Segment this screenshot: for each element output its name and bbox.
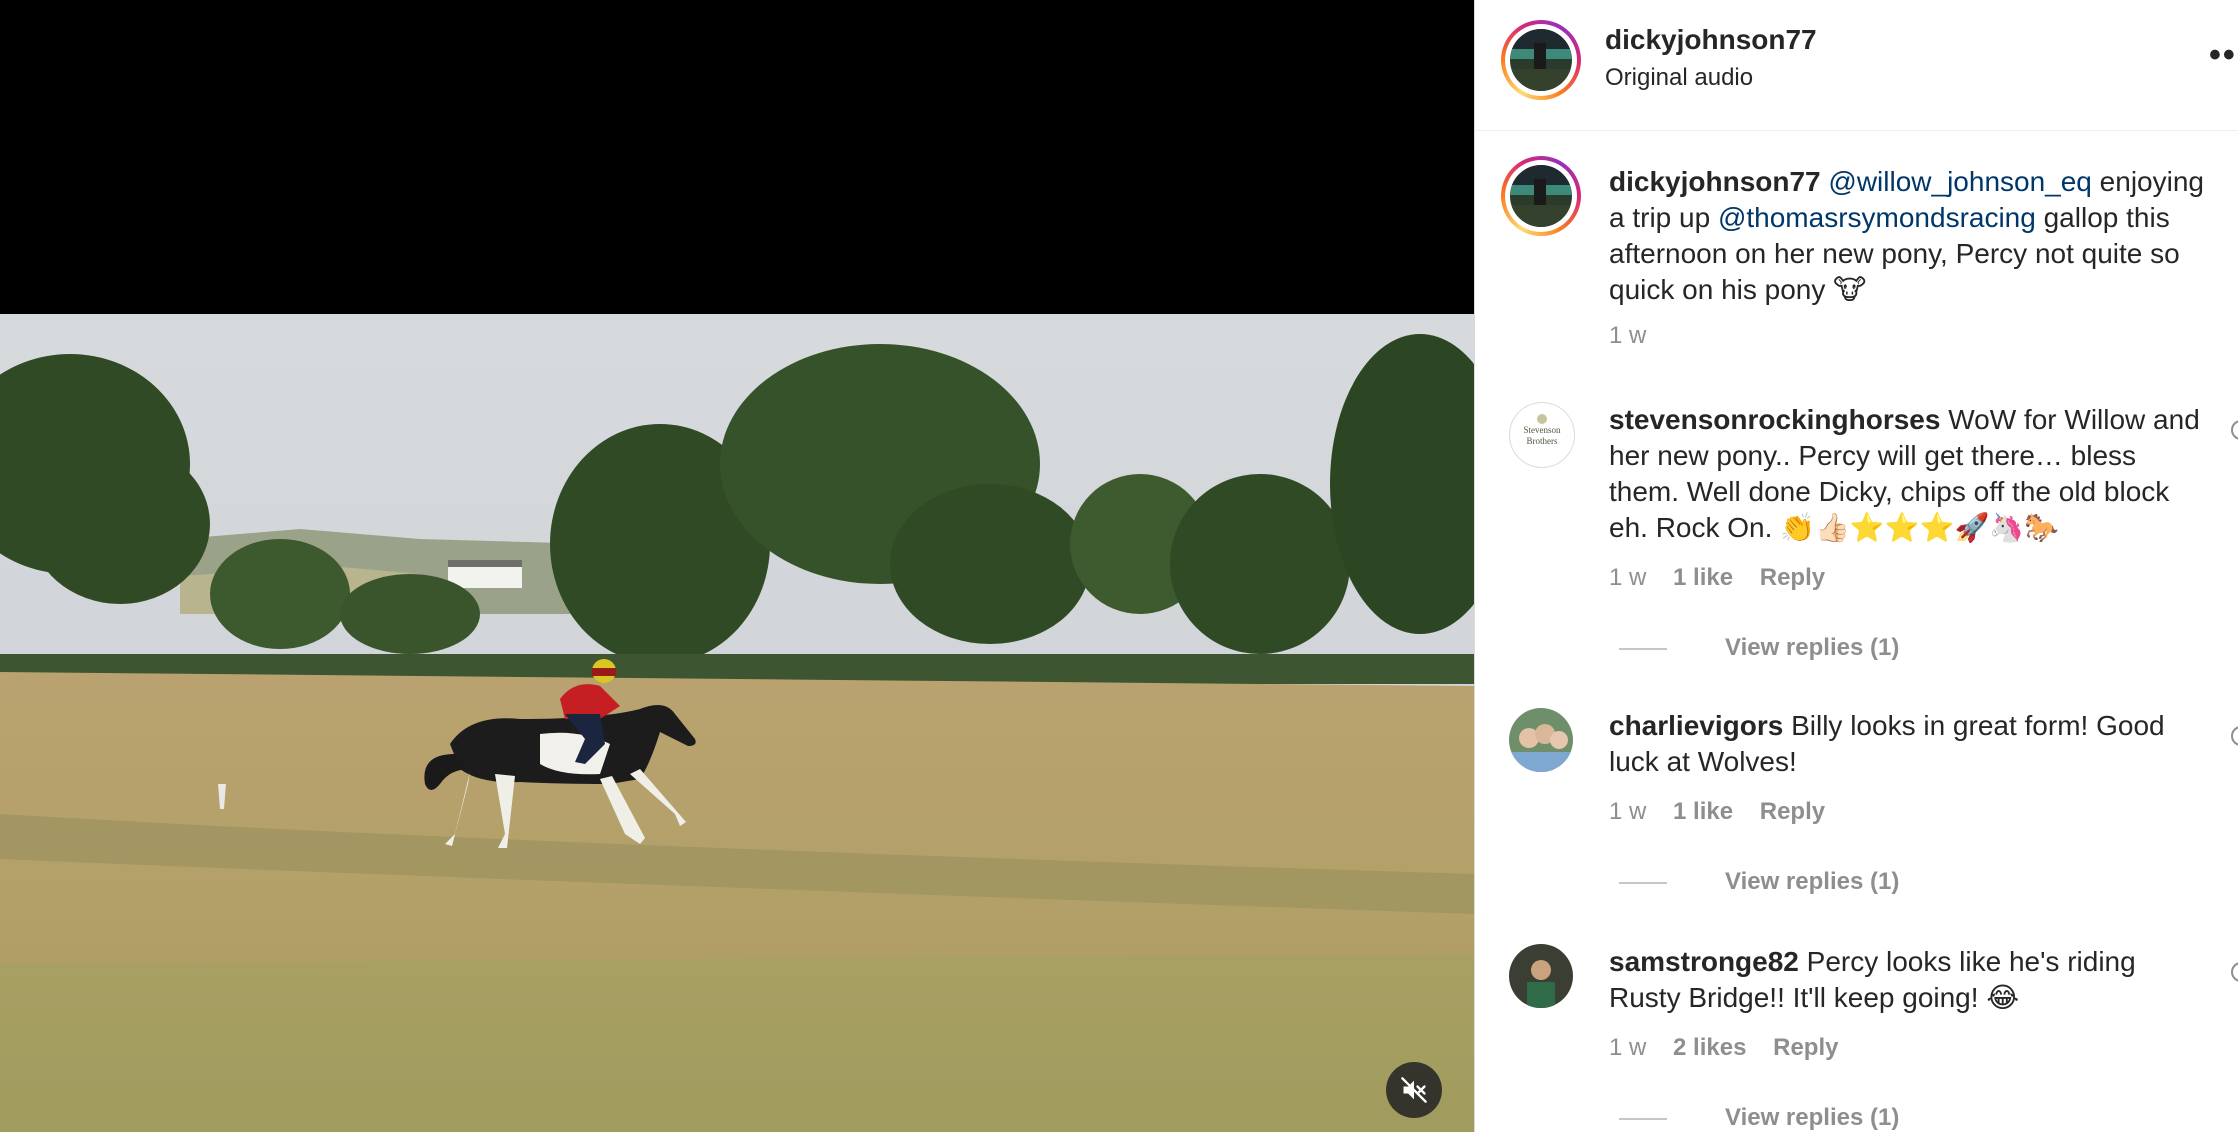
view-replies-label: View replies (1) [1725, 1104, 1900, 1131]
timestamp[interactable]: 1 w [1609, 322, 1646, 349]
likes-count[interactable]: 1 like [1673, 564, 1733, 591]
comment-text: stevensonrockinghorses WoW for Willow an… [1609, 402, 2209, 546]
svg-text:Stevenson: Stevenson [1524, 425, 1561, 435]
post-header: dickyjohnson77 Original audio ••• [1475, 0, 2238, 131]
header-username[interactable]: dickyjohnson77 [1605, 24, 1817, 56]
commenter-avatar[interactable]: Stevenson Brothers [1509, 402, 1575, 468]
comment-username[interactable]: stevensonrockinghorses [1609, 404, 1940, 435]
caption-avatar[interactable] [1501, 156, 1581, 236]
avatar-logo: Stevenson Brothers [1524, 414, 1561, 446]
comment-username[interactable]: samstronge82 [1609, 946, 1799, 977]
avatar-image [1510, 165, 1572, 227]
like-heart-icon[interactable] [2231, 726, 2238, 746]
divider-line [1619, 881, 1667, 884]
like-heart-icon[interactable] [2231, 420, 2238, 440]
post-sidebar: dickyjohnson77 Original audio ••• dickyj… [1474, 0, 2238, 1132]
svg-text:Brothers: Brothers [1527, 436, 1558, 446]
divider-line [1619, 647, 1667, 650]
timestamp[interactable]: 1 w [1609, 1034, 1646, 1061]
likes-count[interactable]: 2 likes [1673, 1034, 1746, 1061]
comment-username[interactable]: charlievigors [1609, 710, 1783, 741]
mention-link[interactable]: @thomasrsymondsracing [1718, 202, 2036, 233]
mute-button[interactable] [1386, 1062, 1442, 1118]
timestamp[interactable]: 1 w [1609, 564, 1646, 591]
comment-meta: 1 w 2 likes Reply [1609, 1034, 1858, 1062]
mention-link[interactable]: @willow_johnson_eq [1828, 166, 2091, 197]
likes-count[interactable]: 1 like [1673, 798, 1733, 825]
comment-meta: 1 w 1 like Reply [1609, 564, 1845, 592]
comment-meta: 1 w 1 like Reply [1609, 798, 1845, 826]
like-heart-icon[interactable] [2231, 962, 2238, 982]
caption-username[interactable]: dickyjohnson77 [1609, 166, 1821, 197]
video-player[interactable] [0, 0, 1474, 1132]
audio-label[interactable]: Original audio [1605, 64, 1753, 92]
caption-meta: 1 w [1609, 322, 1666, 350]
view-replies-label: View replies (1) [1725, 634, 1900, 661]
avatar-image [1509, 708, 1573, 772]
reply-button[interactable]: Reply [1760, 564, 1825, 591]
avatar-image [1509, 944, 1573, 1008]
commenter-avatar[interactable] [1509, 708, 1573, 772]
author-avatar[interactable] [1501, 20, 1581, 100]
reply-button[interactable]: Reply [1773, 1034, 1838, 1061]
comment-text: charlievigors Billy looks in great form!… [1609, 708, 2209, 780]
view-replies-button[interactable]: View replies (1) [1619, 868, 1899, 896]
view-replies-button[interactable]: View replies (1) [1619, 1104, 1899, 1132]
comment-text: samstronge82 Percy looks like he's ridin… [1609, 944, 2209, 1016]
caption-text: dickyjohnson77 @willow_johnson_eq enjoyi… [1609, 164, 2209, 308]
divider-line [1619, 1117, 1667, 1120]
video-frame [0, 314, 1474, 1132]
timestamp[interactable]: 1 w [1609, 798, 1646, 825]
view-replies-button[interactable]: View replies (1) [1619, 634, 1899, 662]
more-options-button[interactable]: ••• [2209, 38, 2238, 72]
reply-button[interactable]: Reply [1760, 798, 1825, 825]
speaker-muted-icon [1401, 1077, 1427, 1103]
commenter-avatar[interactable] [1509, 944, 1573, 1008]
view-replies-label: View replies (1) [1725, 868, 1900, 895]
avatar-image [1510, 29, 1572, 91]
